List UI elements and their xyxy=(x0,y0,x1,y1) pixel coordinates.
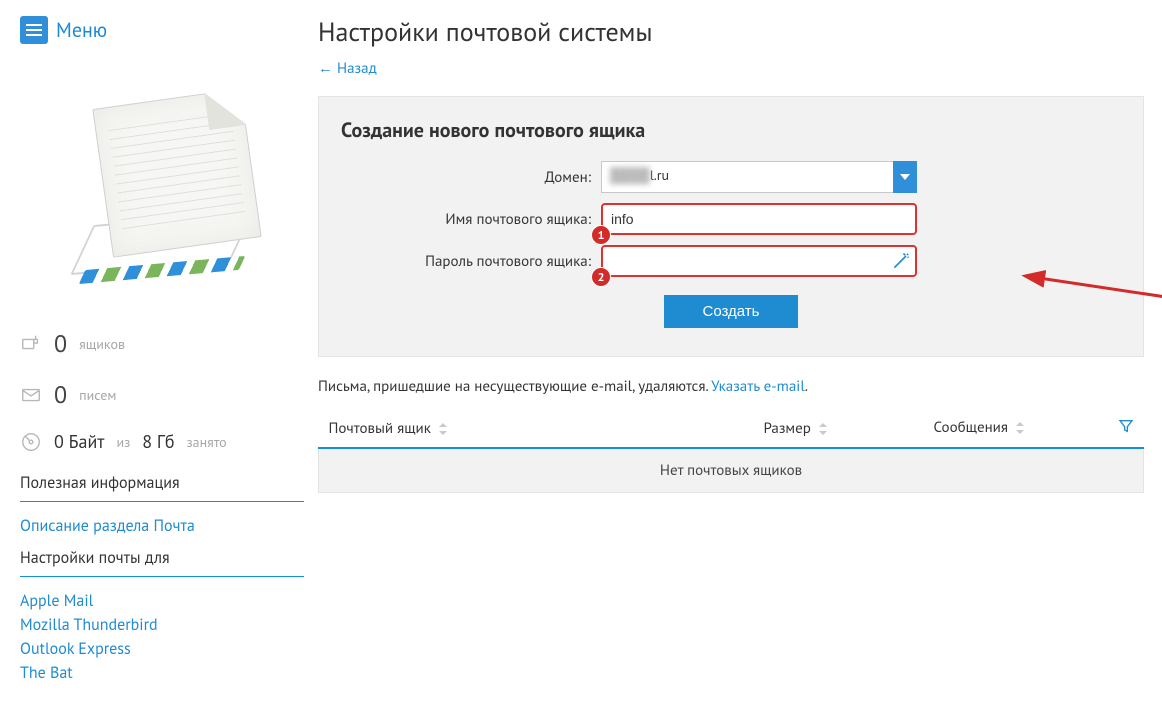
mailboxes-value: 0 xyxy=(54,328,67,359)
label-mailbox-name: Имя почтового ящика: xyxy=(341,210,601,229)
domain-select[interactable]: ████l.ru xyxy=(601,161,917,193)
specify-email-link[interactable]: Указать e-mail xyxy=(711,377,805,396)
table-empty-row: Нет почтовых ящиков xyxy=(319,448,1144,493)
page-title: Настройки почтовой системы xyxy=(318,16,1144,49)
th-messages[interactable]: Сообщения xyxy=(924,410,1144,448)
client-link-3[interactable]: The Bat xyxy=(20,661,304,685)
step-badge-2: 2 xyxy=(591,267,611,287)
client-link-0[interactable]: Apple Mail xyxy=(20,589,304,613)
mailbox-password-input[interactable] xyxy=(601,245,917,277)
sort-icon xyxy=(439,423,449,435)
chevron-down-icon[interactable] xyxy=(893,161,917,193)
mailboxes-unit: ящиков xyxy=(79,335,125,353)
arrow-left-icon: ← xyxy=(318,59,333,78)
sort-icon xyxy=(819,423,829,435)
stat-storage: 0 Байт из 8 Гб занято xyxy=(20,420,304,463)
step-badge-1: 1 xyxy=(591,225,611,245)
menu-label: Меню xyxy=(56,17,107,43)
letters-unit: писем xyxy=(79,386,116,404)
label-domain: Домен: xyxy=(341,168,601,187)
create-button[interactable]: Создать xyxy=(664,295,797,328)
panel-title: Создание нового почтового ящика xyxy=(341,117,1121,143)
sidebar-heading-info: Полезная информация xyxy=(20,463,304,502)
letters-value: 0 xyxy=(54,379,67,410)
link-info-mail[interactable]: Описание раздела Почта xyxy=(20,514,304,538)
hamburger-icon xyxy=(20,16,48,44)
magic-wand-icon[interactable] xyxy=(891,251,911,271)
disk-icon xyxy=(20,431,42,453)
mailbox-icon xyxy=(20,333,42,355)
envelope-icon xyxy=(20,384,42,406)
stat-mailboxes: 0 ящиков xyxy=(20,318,304,369)
filter-icon[interactable] xyxy=(1118,418,1134,439)
th-mailbox[interactable]: Почтовый ящик xyxy=(319,410,754,448)
sidebar-heading-clients: Настройки почты для xyxy=(20,538,304,577)
client-link-1[interactable]: Mozilla Thunderbird xyxy=(20,613,304,637)
label-mailbox-password: Пароль почтового ящика: xyxy=(341,252,601,271)
menu-button[interactable]: Меню xyxy=(20,16,304,44)
mail-illustration xyxy=(42,68,282,298)
th-size[interactable]: Размер xyxy=(754,410,924,448)
create-mailbox-panel: Создание нового почтового ящика Домен: █… xyxy=(318,96,1144,357)
stat-letters: 0 писем xyxy=(20,369,304,420)
mailbox-table: Почтовый ящик Размер Сообщения Нет почто… xyxy=(318,410,1144,493)
mailbox-name-input[interactable] xyxy=(601,203,917,235)
client-link-2[interactable]: Outlook Express xyxy=(20,637,304,661)
note-text: Письма, пришедшие на несуществующие e-ma… xyxy=(318,377,1144,396)
back-link[interactable]: ← Назад xyxy=(318,59,377,78)
sort-icon xyxy=(1016,422,1026,434)
storage-value: 0 Байт xyxy=(54,430,104,453)
step-3-annotation: 3 xyxy=(1001,268,1162,348)
